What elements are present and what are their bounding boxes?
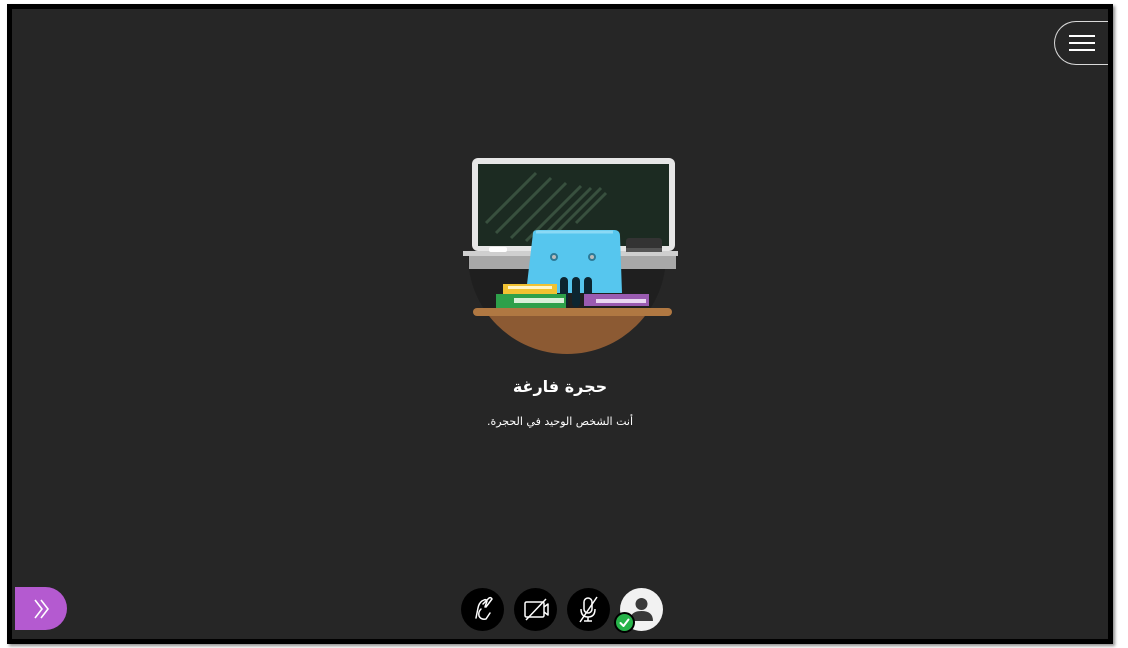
room-stage: حجرة فارغة أنت الشخص الوحيد في الحجرة. [12, 9, 1108, 639]
raise-hand-icon [475, 596, 493, 620]
microphone-off-icon [579, 596, 598, 623]
double-chevron-right-icon [34, 599, 50, 619]
raise-hand-button[interactable] [461, 588, 504, 631]
camera-toggle-button[interactable] [514, 588, 557, 631]
checkmark-icon [619, 618, 630, 627]
empty-classroom-illustration [463, 156, 678, 354]
room-subtitle: أنت الشخص الوحيد في الحجرة. [486, 415, 634, 428]
microphone-toggle-button[interactable] [567, 588, 610, 631]
room-title: حجرة فارغة [512, 377, 608, 396]
camera-off-icon [524, 598, 549, 621]
expand-panel-button[interactable] [15, 587, 67, 630]
menu-button[interactable] [1054, 21, 1108, 65]
hamburger-menu-icon [1069, 35, 1095, 51]
collaborate-window: حجرة فارغة أنت الشخص الوحيد في الحجرة. [7, 4, 1113, 644]
status-badge [614, 612, 635, 633]
